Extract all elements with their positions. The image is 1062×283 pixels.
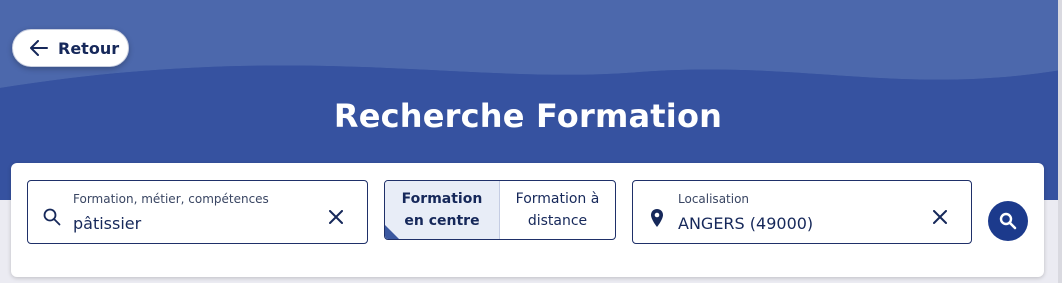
search-icon	[43, 208, 61, 226]
back-button[interactable]: Retour	[12, 29, 129, 67]
training-mode-toggle: Formation en centre Formation à distance	[384, 180, 616, 240]
scrollbar[interactable]	[1058, 0, 1062, 283]
selected-corner-marker	[385, 225, 399, 239]
map-pin-icon	[651, 209, 663, 227]
search-panel: Formation, métier, compétences pâtissier…	[11, 163, 1044, 277]
arrow-left-icon	[30, 40, 48, 56]
toggle-option-distance[interactable]: Formation à distance	[500, 181, 615, 239]
training-search-field[interactable]: Formation, métier, compétences pâtissier	[27, 180, 368, 244]
submit-search-button[interactable]	[988, 201, 1028, 241]
toggle-option-in-centre-line2: en centre	[404, 213, 480, 229]
toggle-option-in-centre[interactable]: Formation en centre	[385, 181, 500, 239]
training-search-label: Formation, métier, compétences	[73, 192, 269, 206]
page-title: Recherche Formation	[333, 97, 723, 135]
close-icon[interactable]	[329, 210, 343, 224]
training-search-input[interactable]: pâtissier	[73, 214, 141, 233]
search-icon	[999, 212, 1017, 230]
toggle-option-distance-line2: distance	[527, 213, 588, 229]
location-input[interactable]: ANGERS (49000)	[678, 214, 813, 233]
close-icon[interactable]	[933, 210, 947, 224]
location-label: Localisation	[678, 192, 750, 206]
toggle-option-distance-line1: Formation à	[515, 191, 600, 207]
back-button-label: Retour	[58, 38, 120, 58]
toggle-option-in-centre-line1: Formation	[401, 191, 483, 207]
location-field[interactable]: Localisation ANGERS (49000)	[632, 180, 972, 244]
